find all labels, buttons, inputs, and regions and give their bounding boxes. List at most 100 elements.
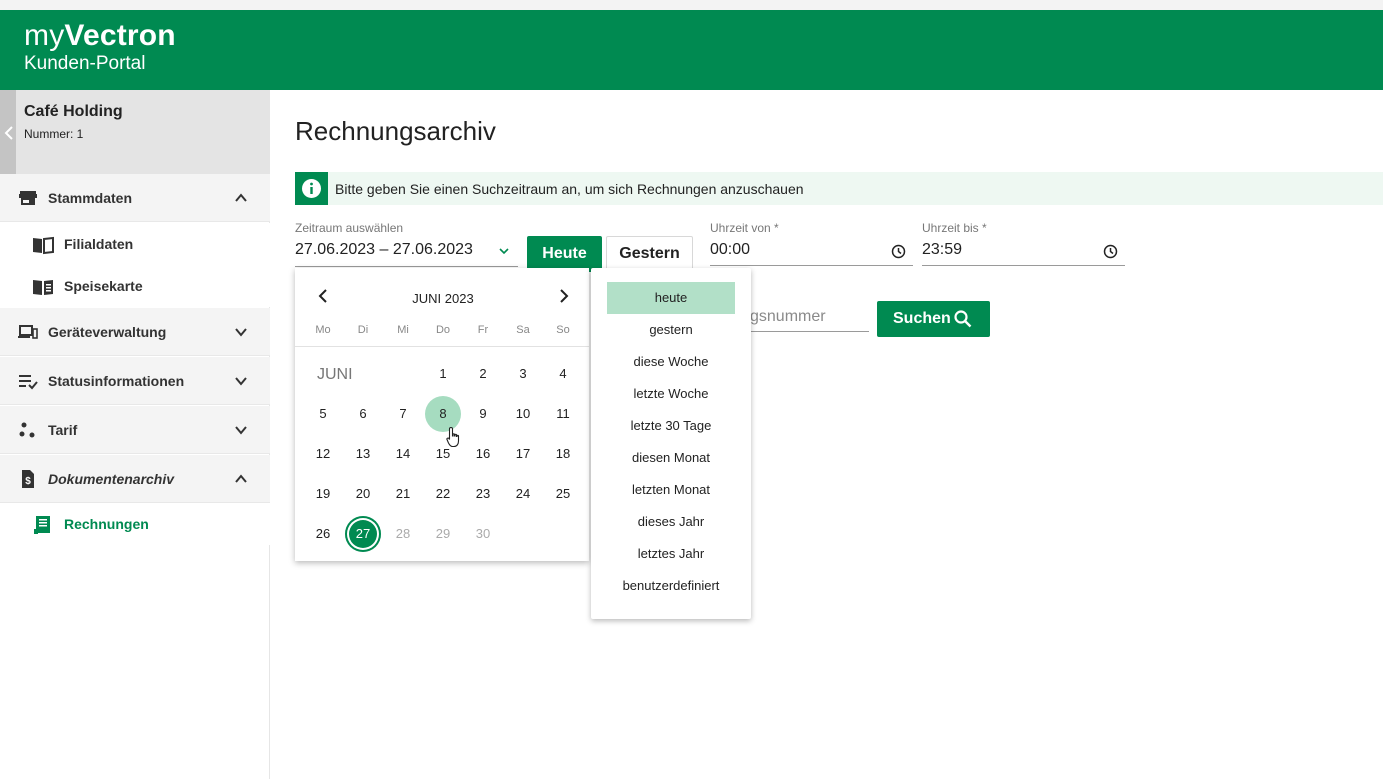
main-content: Rechnungsarchiv Bitte geben Sie einen Su… <box>271 90 1383 779</box>
calendar-day[interactable]: 20 <box>345 476 381 512</box>
time-to-input[interactable]: 23:59 <box>922 241 962 259</box>
calendar-day[interactable]: 14 <box>385 436 421 472</box>
calendar-day[interactable]: 4 <box>545 356 581 392</box>
quick-range-item[interactable]: letzten Monat <box>607 474 735 506</box>
calendar-day[interactable]: 10 <box>505 396 541 432</box>
time-to-label: Uhrzeit bis * <box>922 221 987 235</box>
calendar-day[interactable]: 2 <box>465 356 501 392</box>
calendar-day[interactable]: 22 <box>425 476 461 512</box>
clock-icon[interactable] <box>891 244 906 259</box>
sidebar-collapse-handle[interactable] <box>0 90 16 174</box>
sidebar-item-label: Dokumentenarchiv <box>48 471 175 487</box>
calendar-day[interactable]: 28 <box>385 516 421 552</box>
brand-logo[interactable]: myVectron <box>24 18 176 54</box>
chevron-left-icon <box>4 126 13 140</box>
weekday-header: So <box>556 324 570 336</box>
sidebar-item-label: Rechnungen <box>64 516 149 532</box>
sidebar-item-label: Geräteverwaltung <box>48 324 167 340</box>
calendar-day[interactable]: 19 <box>305 476 341 512</box>
calendar-day[interactable]: 7 <box>385 396 421 432</box>
calendar-day[interactable]: 26 <box>305 516 341 552</box>
date-range-input[interactable]: 27.06.2023 – 27.06.2023 <box>295 241 473 259</box>
calendar-day[interactable]: 3 <box>505 356 541 392</box>
sidebar-item-stammdaten[interactable]: Stammdaten <box>0 174 270 222</box>
company-panel: Café Holding Nummer: 1 <box>0 90 270 174</box>
page-title: Rechnungsarchiv <box>295 116 496 146</box>
quick-range-item[interactable]: gestern <box>607 314 735 346</box>
chevron-down-icon <box>235 377 247 386</box>
brand-name: Vectron <box>64 19 176 52</box>
sidebar-item-dokumentenarchiv[interactable]: $ Dokumentenarchiv <box>0 455 270 503</box>
browser-top-strip <box>0 0 1383 10</box>
sidebar-item-filialdaten[interactable]: Filialdaten <box>0 223 270 265</box>
quick-range-item[interactable]: diese Woche <box>607 346 735 378</box>
weekday-header: Sa <box>516 324 530 336</box>
quick-range-item[interactable]: heute <box>607 282 735 314</box>
date-picker-popup: JUNI 2023 Mo Di Mi Do Fr Sa So JUNI 1234… <box>295 268 589 561</box>
info-banner: Bitte geben Sie einen Suchzeitraum an, u… <box>295 172 1383 205</box>
info-text: Bitte geben Sie einen Suchzeitraum an, u… <box>335 181 804 197</box>
brand-subtitle: Kunden-Portal <box>24 53 146 74</box>
calendar-day[interactable]: 13 <box>345 436 381 472</box>
devices-icon <box>18 325 38 339</box>
calendar-day[interactable]: 30 <box>465 516 501 552</box>
calendar-day[interactable]: 1 <box>425 356 461 392</box>
invoice-number-input[interactable]: gsnummer <box>750 308 826 326</box>
quick-range-item[interactable]: benutzerdefiniert <box>607 570 735 602</box>
calendar-day[interactable]: 27 <box>345 516 381 552</box>
invoice-number-underline <box>750 331 869 332</box>
document-dollar-icon: $ <box>22 470 34 488</box>
range-underline <box>295 266 518 267</box>
time-from-input[interactable]: 00:00 <box>710 241 750 259</box>
calendar-day[interactable]: 16 <box>465 436 501 472</box>
sidebar: Café Holding Nummer: 1 Stammdaten Filial… <box>0 90 270 779</box>
search-button[interactable]: Suchen <box>877 301 990 337</box>
chevron-up-icon <box>235 474 247 483</box>
time-to-underline <box>922 265 1125 266</box>
calendar-day[interactable]: 11 <box>545 396 581 432</box>
calendar-divider <box>295 346 589 347</box>
calendar-day[interactable]: 9 <box>465 396 501 432</box>
clock-icon[interactable] <box>1103 244 1118 259</box>
calendar-day[interactable]: 21 <box>385 476 421 512</box>
calendar-day[interactable]: 5 <box>305 396 341 432</box>
calendar-period-button[interactable]: JUNI 2023 <box>295 291 591 306</box>
calendar-day[interactable]: 29 <box>425 516 461 552</box>
weekday-header: Fr <box>477 324 489 336</box>
quick-range-item[interactable]: diesen Monat <box>607 442 735 474</box>
company-number: Nummer: 1 <box>24 127 84 141</box>
sidebar-item-label: Speisekarte <box>64 278 143 294</box>
sidebar-item-tarif[interactable]: Tarif <box>0 406 270 454</box>
quick-range-item[interactable]: dieses Jahr <box>607 506 735 538</box>
calendar-day[interactable]: 17 <box>505 436 541 472</box>
sidebar-item-label: Filialdaten <box>64 236 134 252</box>
book-open-icon <box>33 236 54 255</box>
quick-range-item[interactable]: letztes Jahr <box>607 538 735 570</box>
range-label: Zeitraum auswählen <box>295 221 404 235</box>
quick-range-item[interactable]: letzte 30 Tage <box>607 410 735 442</box>
calendar-day[interactable]: 25 <box>545 476 581 512</box>
calendar-day[interactable]: 24 <box>505 476 541 512</box>
sidebar-item-statusinformationen[interactable]: Statusinformationen <box>0 357 270 405</box>
today-button[interactable]: Heute <box>527 236 602 272</box>
quick-range-item[interactable]: letzte Woche <box>607 378 735 410</box>
calendar-day[interactable]: 23 <box>465 476 501 512</box>
scatter-dots-icon <box>19 422 35 438</box>
hand-cursor-icon <box>446 426 460 448</box>
calendar-day[interactable]: 18 <box>545 436 581 472</box>
menu-book-icon <box>33 280 53 295</box>
chevron-down-icon <box>235 328 247 337</box>
calendar-day[interactable]: 12 <box>305 436 341 472</box>
chevron-right-icon[interactable] <box>552 284 576 308</box>
sidebar-item-geraeteverwaltung[interactable]: Geräteverwaltung <box>0 308 270 356</box>
calendar-day[interactable]: 6 <box>345 396 381 432</box>
yesterday-button[interactable]: Gestern <box>606 236 693 272</box>
search-icon <box>954 310 972 328</box>
sidebar-item-speisekarte[interactable]: Speisekarte <box>0 265 270 307</box>
sidebar-item-rechnungen[interactable]: Rechnungen <box>0 503 270 545</box>
month-label: JUNI <box>317 366 353 383</box>
sidebar-item-label: Tarif <box>48 422 78 438</box>
chevron-down-icon[interactable] <box>498 246 510 256</box>
weekday-header: Mi <box>397 324 409 336</box>
info-icon <box>295 172 328 205</box>
